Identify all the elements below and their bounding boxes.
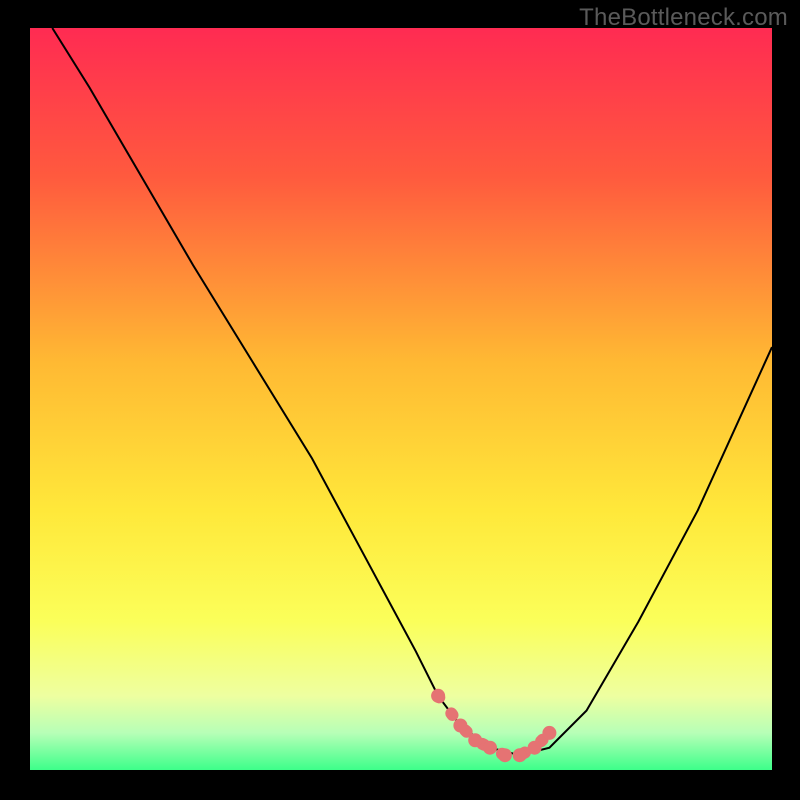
gradient-background xyxy=(30,28,772,770)
optimal-marker-dot xyxy=(431,689,445,703)
bottleneck-chart xyxy=(30,28,772,770)
chart-plot-area xyxy=(30,28,772,770)
optimal-marker-dot xyxy=(483,741,497,755)
optimal-marker-dot xyxy=(542,726,556,740)
watermark-text: TheBottleneck.com xyxy=(579,4,788,32)
optimal-marker-dot xyxy=(528,741,542,755)
optimal-marker-dot xyxy=(498,748,512,762)
optimal-marker-dot xyxy=(468,733,482,747)
optimal-marker-dot xyxy=(513,748,527,762)
optimal-marker-dot xyxy=(453,719,467,733)
